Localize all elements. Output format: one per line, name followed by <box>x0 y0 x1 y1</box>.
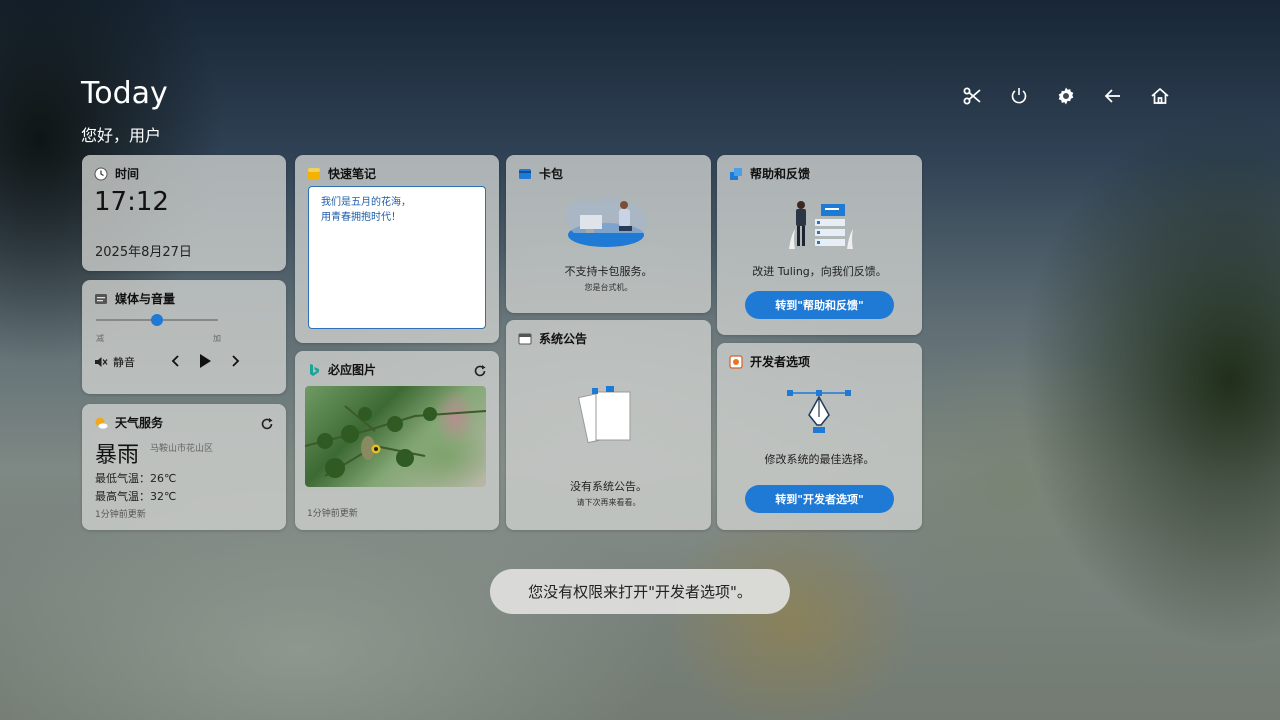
weather-location: 马鞍山市花山区 <box>150 444 214 454</box>
bing-refresh-button[interactable] <box>473 363 487 377</box>
weather-condition: 暴雨 <box>95 443 140 468</box>
previous-button[interactable] <box>168 353 184 369</box>
announcement-icon <box>518 333 532 344</box>
mute-button[interactable]: 静音 <box>94 354 135 370</box>
go-to-help-button[interactable]: 转到"帮助和反馈" <box>745 291 894 319</box>
card-title: 快速笔记 <box>328 167 377 181</box>
chevron-left-icon <box>171 355 179 367</box>
volume-min-label: 减 <box>96 334 104 343</box>
wallet-sub: 您是台式机。 <box>584 283 633 292</box>
card-title: 开发者选项 <box>750 355 811 369</box>
chevron-right-icon <box>232 355 240 367</box>
back-arrow-icon <box>1104 89 1120 103</box>
weather-icon <box>95 417 108 429</box>
card-title: 必应图片 <box>328 363 377 377</box>
power-icon <box>1011 88 1027 104</box>
note-icon <box>308 167 320 180</box>
bing-updated: 1分钟前更新 <box>307 509 358 519</box>
play-icon <box>200 354 211 368</box>
volume-slider[interactable] <box>96 314 218 326</box>
wallet-card: 卡包 不支持卡包服务。 您是台式机。 <box>506 155 711 313</box>
card-title: 卡包 <box>539 167 564 181</box>
max-temperature: 最高气温：32℃ <box>95 490 177 503</box>
feedback-icon <box>730 167 742 180</box>
weather-updated: 1分钟前更新 <box>95 510 146 520</box>
announcement-card: 系统公告 没有系统公告。 请下次再来看看。 <box>506 320 711 530</box>
play-button[interactable] <box>197 353 213 369</box>
mute-label: 静音 <box>113 356 135 369</box>
next-button[interactable] <box>227 353 243 369</box>
settings-button[interactable] <box>1054 84 1078 108</box>
developer-card: 开发者选项 修改系统的最佳选择。 转到"开发者选项" <box>717 343 922 530</box>
clock-icon <box>94 167 108 180</box>
bing-icon <box>310 363 319 376</box>
card-title: 系统公告 <box>539 332 588 346</box>
volume-max-label: 加 <box>213 334 221 343</box>
notes-card: 快速笔记 我们是五月的花海， 用青春拥抱时代！ <box>295 155 499 343</box>
volume-slider-thumb[interactable] <box>151 314 163 326</box>
note-line: 我们是五月的花海， <box>321 197 411 208</box>
feedback-illustration <box>789 201 853 249</box>
gear-icon <box>1058 87 1074 105</box>
developer-icon <box>729 354 743 369</box>
card-title: 时间 <box>115 167 140 181</box>
time-card: 时间 17:12 2025年8月27日 <box>82 155 286 271</box>
empty-documents-illustration <box>578 386 631 444</box>
developer-message: 修改系统的最佳选择。 <box>764 453 875 466</box>
refresh-icon <box>474 365 486 377</box>
desktop-user-illustration <box>565 197 648 247</box>
permission-toast: 您没有权限来打开"开发者选项"。 <box>490 569 790 614</box>
wallet-icon <box>519 168 531 179</box>
media-icon <box>95 293 107 304</box>
announcement-message: 没有系统公告。 <box>570 480 647 493</box>
weather-refresh-button[interactable] <box>260 416 274 430</box>
min-temperature: 最低气温：26℃ <box>95 472 177 485</box>
card-title: 媒体与音量 <box>115 292 176 306</box>
pen-tool-illustration <box>787 390 851 433</box>
mute-icon <box>95 357 108 367</box>
screenshot-button[interactable] <box>960 84 984 108</box>
help-message: 改进 Tuling，向我们反馈。 <box>752 265 887 278</box>
card-title: 天气服务 <box>115 416 164 430</box>
power-button[interactable] <box>1007 84 1031 108</box>
current-time: 17:12 <box>94 187 169 217</box>
media-card: 媒体与音量 减 加 静音 <box>82 280 286 394</box>
wallet-message: 不支持卡包服务。 <box>564 265 653 278</box>
refresh-icon <box>261 418 273 430</box>
announcement-sub: 请下次再来看看。 <box>576 498 641 507</box>
home-button[interactable] <box>1148 84 1172 108</box>
weather-card: 天气服务 暴雨 马鞍山市花山区 最低气温：26℃ 最高气温：32℃ 1分钟前更新 <box>82 404 286 530</box>
card-title: 帮助和反馈 <box>750 167 811 181</box>
bird-nest-illustration <box>305 405 486 478</box>
back-button[interactable] <box>1101 84 1125 108</box>
bing-card: 必应图片 1分钟前更新 <box>295 351 499 530</box>
page-title: Today <box>81 76 168 111</box>
note-line: 用青春拥抱时代！ <box>321 212 401 223</box>
go-to-developer-button[interactable]: 转到"开发者选项" <box>745 485 894 513</box>
scissors-icon <box>963 87 981 105</box>
help-card: 帮助和反馈 改进 Tuling，向我们反馈。 转到"帮助和反馈" <box>717 155 922 335</box>
bing-daily-image[interactable] <box>305 386 486 487</box>
note-textarea[interactable]: 我们是五月的花海， 用青春拥抱时代！ <box>308 186 486 329</box>
home-icon <box>1151 87 1169 104</box>
greeting: 您好，用户 <box>81 126 162 145</box>
toolbar <box>960 84 1195 108</box>
current-date: 2025年8月27日 <box>95 245 192 260</box>
